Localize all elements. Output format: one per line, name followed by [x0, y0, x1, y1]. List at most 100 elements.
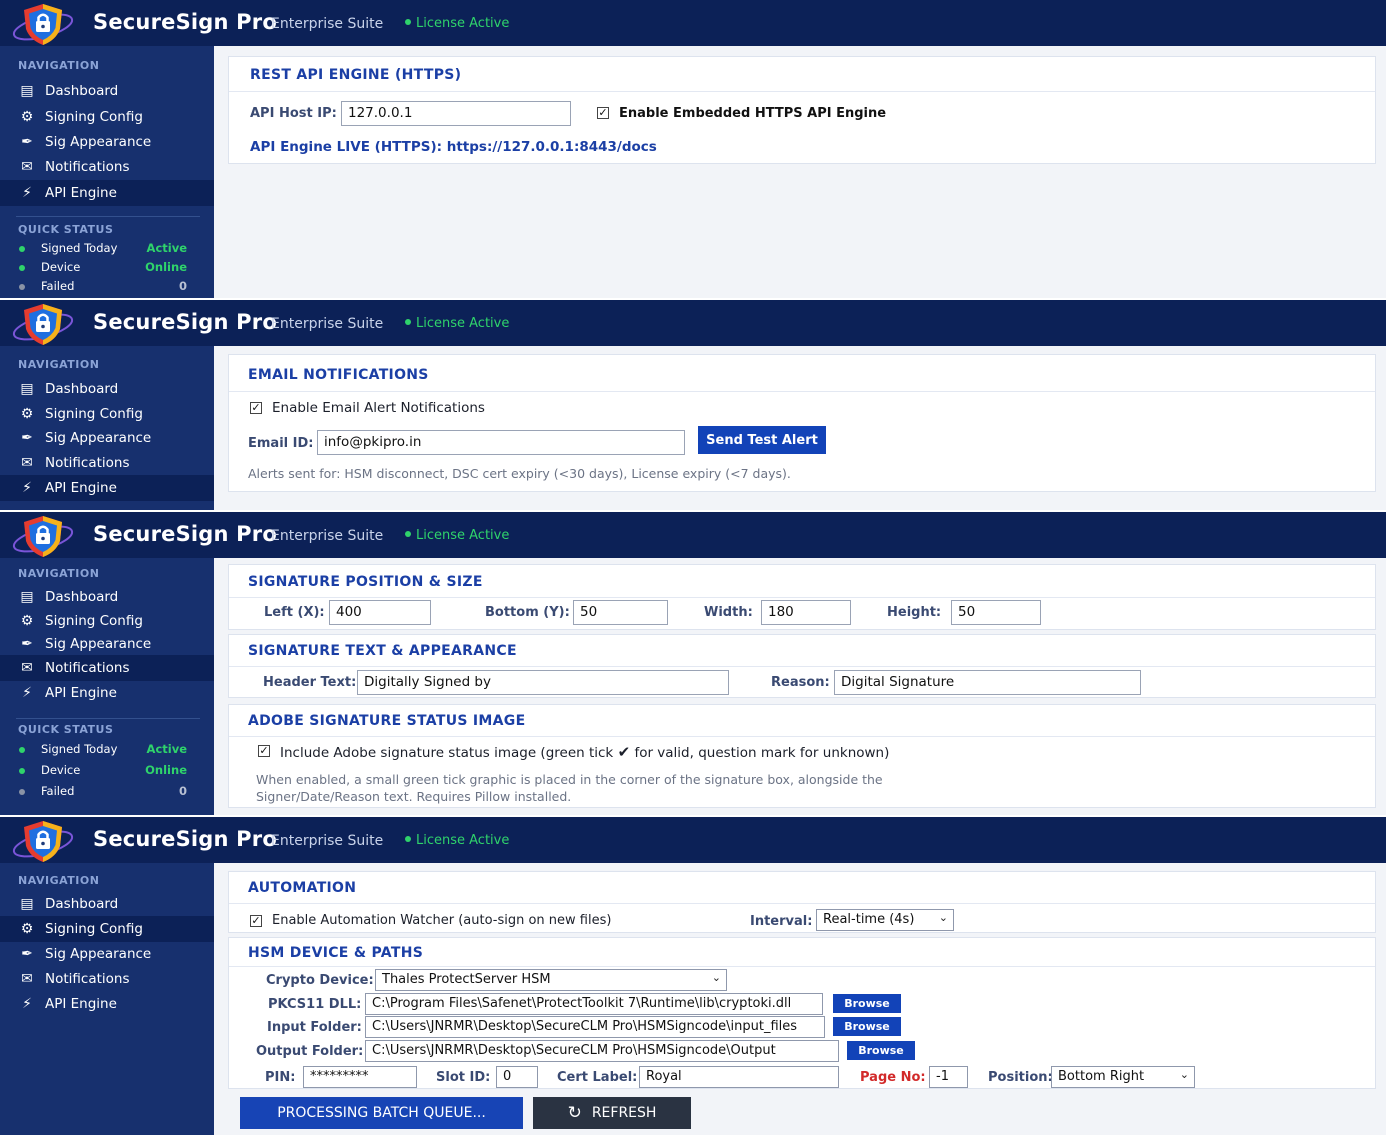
main-content: REST API ENGINE (HTTPS) API Host IP: 127… [214, 46, 1386, 298]
panel-notifications: SecureSign Pro Enterprise Suite License … [0, 300, 1386, 510]
app-title: SecureSign Pro [93, 310, 277, 334]
nav-item-dashboard[interactable]: ▤ Dashboard [0, 584, 214, 610]
quick-status-device: Device Online [0, 259, 214, 277]
nav-item-sig-appearance[interactable]: ✒ Sig Appearance [0, 129, 214, 155]
header-text-input[interactable]: Digitally Signed by [357, 670, 729, 695]
nav-label: Notifications [45, 660, 130, 676]
nav-item-signing-config[interactable]: ⚙ Signing Config [0, 104, 214, 130]
gear-icon: ⚙ [20, 406, 34, 422]
crypto-device-select[interactable]: Thales ProtectServer HSM ⌄ [375, 969, 727, 991]
pin-label: PIN: [265, 1070, 296, 1085]
bottom-y-input[interactable]: 50 [573, 600, 668, 625]
processing-batch-button[interactable]: PROCESSING BATCH QUEUE... [240, 1097, 523, 1129]
nav-heading: NAVIGATION [18, 59, 100, 72]
email-notifications-card: EMAIL NOTIFICATIONS ✓ Enable Email Alert… [228, 354, 1376, 492]
card-rule [229, 666, 1375, 667]
nav-item-sig-appearance[interactable]: ✒ Sig Appearance [0, 425, 214, 451]
card-title: HSM DEVICE & PATHS [248, 945, 424, 961]
card-title: ADOBE SIGNATURE STATUS IMAGE [248, 713, 526, 729]
suite-label: Enterprise Suite [271, 528, 384, 544]
bottom-y-label: Bottom (Y): [485, 605, 570, 620]
api-host-input[interactable]: 127.0.0.1 [341, 101, 571, 126]
nav-item-api-engine[interactable]: ⚡ API Engine [0, 680, 214, 706]
nav-item-notifications[interactable]: ✉ Notifications [0, 966, 214, 992]
shield-lock-logo-icon [12, 304, 74, 345]
slot-id-input[interactable]: 0 [496, 1066, 538, 1088]
refresh-icon: ↻ [567, 1103, 582, 1123]
nav-item-dashboard[interactable]: ▤ Dashboard [0, 376, 214, 402]
envelope-icon: ✉ [21, 159, 33, 175]
cert-label-input[interactable]: Royal [639, 1066, 839, 1088]
output-folder-input[interactable]: C:\Users\JNRMR\Desktop\SecureCLM Pro\HSM… [365, 1040, 839, 1062]
quick-status-device: Device Online [0, 762, 214, 780]
browse-input-button[interactable]: Browse [833, 1017, 901, 1036]
license-text: License Active [416, 833, 510, 848]
card-rule [229, 903, 1375, 904]
card-title: SIGNATURE TEXT & APPEARANCE [248, 643, 517, 659]
pkcs11-input[interactable]: C:\Program Files\Safenet\ProtectToolkit … [365, 993, 823, 1015]
nav-item-signing-config[interactable]: ⚙ Signing Config [0, 916, 214, 942]
send-test-alert-button[interactable]: Send Test Alert [698, 426, 826, 454]
enable-email-checkbox[interactable]: ✓ [250, 402, 262, 414]
position-value: Bottom Right [1058, 1069, 1145, 1084]
refresh-button[interactable]: ↻ REFRESH [533, 1097, 691, 1129]
bolt-icon: ⚡ [22, 185, 32, 201]
email-input[interactable]: info@pkipro.in [317, 430, 685, 455]
position-label: Position: [988, 1070, 1053, 1085]
api-live-link[interactable]: API Engine LIVE (HTTPS): https://127.0.0… [250, 139, 657, 155]
nav-item-api-engine[interactable]: ⚡ API Engine [0, 180, 214, 206]
include-adobe-checkbox[interactable]: ✓ [258, 745, 270, 757]
height-input[interactable]: 50 [951, 600, 1041, 625]
include-adobe-text-a: Include Adobe signature status image (gr… [280, 745, 614, 761]
browse-output-button[interactable]: Browse [847, 1041, 915, 1060]
nav-label: API Engine [45, 480, 117, 496]
position-select[interactable]: Bottom Right ⌄ [1051, 1066, 1195, 1088]
enable-api-checkbox[interactable]: ✓ [597, 107, 609, 119]
reason-input[interactable]: Digital Signature [834, 670, 1141, 695]
cert-label-label: Cert Label: [557, 1070, 638, 1085]
quick-status-signed-today: Signed Today Active [0, 741, 214, 759]
page-no-input[interactable]: -1 [929, 1066, 968, 1088]
nav-label: Sig Appearance [45, 134, 152, 150]
app-title: SecureSign Pro [93, 10, 277, 34]
suite-label: Enterprise Suite [271, 833, 384, 849]
browse-pkcs11-button[interactable]: Browse [833, 994, 901, 1013]
dashboard-icon: ▤ [20, 381, 34, 397]
nav-item-notifications[interactable]: ✉ Notifications [0, 154, 214, 180]
nav-item-api-engine[interactable]: ⚡ API Engine [0, 991, 214, 1017]
email-label: Email ID: [248, 436, 314, 451]
qs-value: Online [145, 260, 187, 274]
width-label: Width: [704, 605, 753, 620]
nav-label: API Engine [45, 685, 117, 701]
left-x-input[interactable]: 400 [329, 600, 431, 625]
nav-item-api-engine[interactable]: ⚡ API Engine [0, 475, 214, 501]
qs-label: Failed [41, 279, 75, 293]
nav-item-sig-appearance[interactable]: ✒ Sig Appearance [0, 941, 214, 967]
nav-item-dashboard[interactable]: ▤ Dashboard [0, 78, 214, 104]
nav-label: Dashboard [45, 896, 119, 912]
input-folder-input[interactable]: C:\Users\JNRMR\Desktop\SecureCLM Pro\HSM… [365, 1016, 825, 1038]
status-dot-icon [19, 747, 25, 753]
width-input[interactable]: 180 [761, 600, 851, 625]
bolt-icon: ⚡ [22, 480, 32, 496]
suite-label: Enterprise Suite [271, 316, 384, 332]
qs-label: Signed Today [41, 241, 118, 255]
nav-item-signing-config[interactable]: ⚙ Signing Config [0, 401, 214, 427]
nav-item-sig-appearance[interactable]: ✒ Sig Appearance [0, 631, 214, 657]
pen-icon: ✒ [21, 946, 33, 962]
interval-select[interactable]: Real-time (4s) ⌄ [816, 909, 954, 931]
card-rule [229, 597, 1375, 598]
automation-watcher-checkbox[interactable]: ✓ [250, 915, 262, 927]
sidebar: NAVIGATION ▤ Dashboard ⚙ Signing Config ✒ S… [0, 346, 214, 510]
signature-text-card: SIGNATURE TEXT & APPEARANCE Header Text:… [228, 634, 1376, 698]
input-folder-label: Input Folder: [267, 1020, 362, 1035]
main-content: AUTOMATION ✓ Enable Automation Watcher (… [214, 863, 1386, 1135]
nav-label: Notifications [45, 971, 130, 987]
nav-item-notifications[interactable]: ✉ Notifications [0, 655, 214, 681]
crypto-device-value: Thales ProtectServer HSM [382, 972, 551, 987]
envelope-icon: ✉ [21, 660, 33, 676]
nav-item-dashboard[interactable]: ▤ Dashboard [0, 891, 214, 917]
nav-label: API Engine [45, 996, 117, 1012]
pin-input[interactable]: ********* [303, 1066, 417, 1088]
nav-item-notifications[interactable]: ✉ Notifications [0, 450, 214, 476]
